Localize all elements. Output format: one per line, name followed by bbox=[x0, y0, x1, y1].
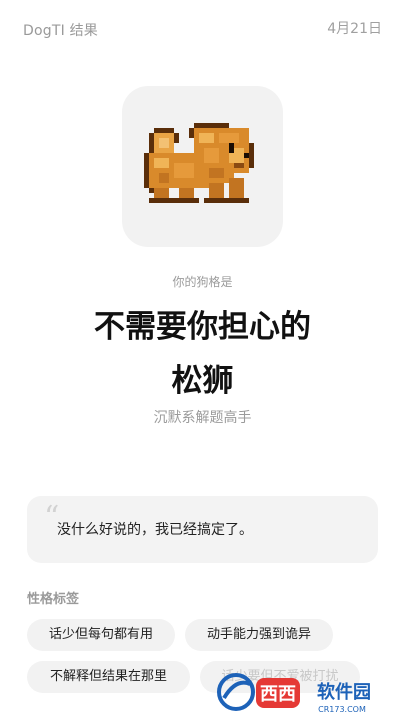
site-watermark: 西西 软件园 CR173.COM bbox=[217, 673, 371, 714]
traits-section-label: 性格标签 bbox=[27, 592, 80, 607]
date-label: 4月21日 bbox=[327, 21, 382, 37]
result-tagline: 沉默系解题高手 bbox=[153, 410, 252, 426]
top-bar: DogTI 结果 4月21日 bbox=[0, 0, 405, 56]
svg-text:CR173.COM: CR173.COM bbox=[318, 705, 366, 714]
quote-card: “ 没什么好说的，我已经搞定了。 bbox=[27, 496, 378, 563]
dog-avatar-card bbox=[122, 86, 283, 247]
trait-tag: 不解释但结果在那里 bbox=[27, 661, 190, 693]
svg-text:西西: 西西 bbox=[260, 684, 296, 705]
result-prefix: 你的狗格是 bbox=[172, 275, 233, 289]
trait-tag: 话少但每句都有用 bbox=[27, 619, 175, 651]
chow-chow-pixel-icon bbox=[144, 123, 254, 203]
app-title: DogTI 结果 bbox=[23, 23, 98, 39]
quote-text: 没什么好说的，我已经搞定了。 bbox=[57, 522, 253, 538]
result-title-line2: 松狮 bbox=[171, 363, 234, 399]
result-title: 不需要你担心的 松狮 bbox=[0, 300, 405, 408]
svg-text:软件园: 软件园 bbox=[317, 681, 371, 703]
trait-tag: 动手能力强到诡异 bbox=[185, 619, 333, 651]
result-title-line1: 不需要你担心的 bbox=[94, 309, 311, 345]
